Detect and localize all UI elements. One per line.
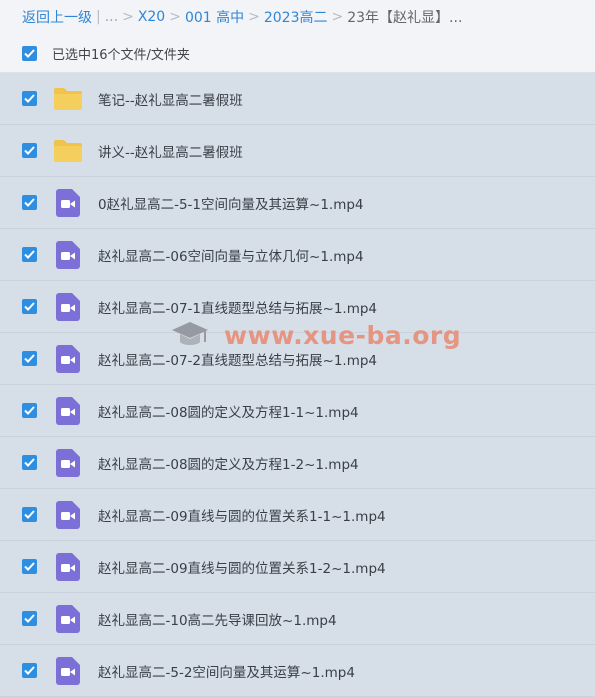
breadcrumb-divider: | [96, 9, 101, 25]
file-row[interactable]: 笔记--赵礼显高二暑假班 [0, 73, 595, 125]
file-checkbox[interactable] [22, 663, 37, 678]
video-file-icon [53, 604, 83, 634]
breadcrumb-item-2023[interactable]: 2023高二 [264, 7, 328, 27]
breadcrumb-sep: > [122, 9, 134, 25]
file-name[interactable]: 赵礼显高二-07-1直线题型总结与拓展~1.mp4 [98, 297, 377, 317]
video-file-icon [53, 656, 83, 686]
file-name[interactable]: 0赵礼显高二-5-1空间向量及其运算~1.mp4 [98, 193, 364, 213]
breadcrumb: 返回上一级 | ... > X20 > 001 高中 > 2023高二 > 23… [0, 0, 595, 34]
file-checkbox[interactable] [22, 143, 37, 158]
video-file-icon [53, 240, 83, 270]
file-row[interactable]: 赵礼显高二-09直线与圆的位置关系1-1~1.mp4 [0, 489, 595, 541]
video-file-icon [53, 396, 83, 426]
breadcrumb-sep: > [169, 9, 181, 25]
file-name[interactable]: 赵礼显高二-07-2直线题型总结与拓展~1.mp4 [98, 349, 377, 369]
folder-icon [53, 136, 83, 166]
file-name[interactable]: 讲义--赵礼显高二暑假班 [98, 141, 243, 161]
video-file-icon [53, 552, 83, 582]
video-file-icon [53, 500, 83, 530]
back-link[interactable]: 返回上一级 [22, 7, 92, 27]
file-checkbox[interactable] [22, 247, 37, 262]
selection-count: 已选中16个文件/文件夹 [52, 47, 190, 63]
file-name[interactable]: 赵礼显高二-10高二先导课回放~1.mp4 [98, 609, 337, 629]
file-row[interactable]: 赵礼显高二-08圆的定义及方程1-2~1.mp4 [0, 437, 595, 489]
video-file-icon [53, 448, 83, 478]
file-checkbox[interactable] [22, 507, 37, 522]
breadcrumb-item-001[interactable]: 001 高中 [185, 7, 244, 27]
file-checkbox[interactable] [22, 559, 37, 574]
file-checkbox[interactable] [22, 299, 37, 314]
file-row[interactable]: 0赵礼显高二-5-1空间向量及其运算~1.mp4 [0, 177, 595, 229]
file-name[interactable]: 赵礼显高二-09直线与圆的位置关系1-1~1.mp4 [98, 505, 386, 525]
file-name[interactable]: 赵礼显高二-06空间向量与立体几何~1.mp4 [98, 245, 364, 265]
file-row[interactable]: 赵礼显高二-07-2直线题型总结与拓展~1.mp4 [0, 333, 595, 385]
file-list: 笔记--赵礼显高二暑假班 讲义--赵礼显高二暑假班 0赵礼显高二-5-1空间向量及其… [0, 73, 595, 697]
file-name[interactable]: 赵礼显高二-08圆的定义及方程1-2~1.mp4 [98, 453, 359, 473]
file-checkbox[interactable] [22, 403, 37, 418]
file-row[interactable]: 赵礼显高二-08圆的定义及方程1-1~1.mp4 [0, 385, 595, 437]
folder-icon [53, 84, 83, 114]
file-row[interactable]: 赵礼显高二-5-2空间向量及其运算~1.mp4 [0, 645, 595, 697]
video-file-icon [53, 344, 83, 374]
file-name[interactable]: 赵礼显高二-09直线与圆的位置关系1-2~1.mp4 [98, 557, 386, 577]
file-name[interactable]: 赵礼显高二-08圆的定义及方程1-1~1.mp4 [98, 401, 359, 421]
breadcrumb-sep: > [248, 9, 260, 25]
file-row[interactable]: 赵礼显高二-09直线与圆的位置关系1-2~1.mp4 [0, 541, 595, 593]
file-checkbox[interactable] [22, 455, 37, 470]
file-row[interactable]: 赵礼显高二-06空间向量与立体几何~1.mp4 [0, 229, 595, 281]
file-checkbox[interactable] [22, 195, 37, 210]
file-checkbox[interactable] [22, 611, 37, 626]
breadcrumb-sep: > [331, 9, 344, 25]
file-row[interactable]: 赵礼显高二-07-1直线题型总结与拓展~1.mp4 [0, 281, 595, 333]
file-name[interactable]: 赵礼显高二-5-2空间向量及其运算~1.mp4 [98, 661, 355, 681]
file-checkbox[interactable] [22, 351, 37, 366]
breadcrumb-current: 23年【赵礼显】... [347, 10, 463, 26]
selection-bar: 已选中16个文件/文件夹 [0, 34, 595, 73]
file-row[interactable]: 讲义--赵礼显高二暑假班 [0, 125, 595, 177]
breadcrumb-ellipsis[interactable]: ... [105, 9, 118, 25]
video-file-icon [53, 292, 83, 322]
select-all-checkbox[interactable] [22, 45, 37, 61]
breadcrumb-item-x20[interactable]: X20 [138, 9, 165, 25]
file-row[interactable]: 赵礼显高二-10高二先导课回放~1.mp4 [0, 593, 595, 645]
file-name[interactable]: 笔记--赵礼显高二暑假班 [98, 89, 243, 109]
file-checkbox[interactable] [22, 91, 37, 106]
video-file-icon [53, 188, 83, 218]
